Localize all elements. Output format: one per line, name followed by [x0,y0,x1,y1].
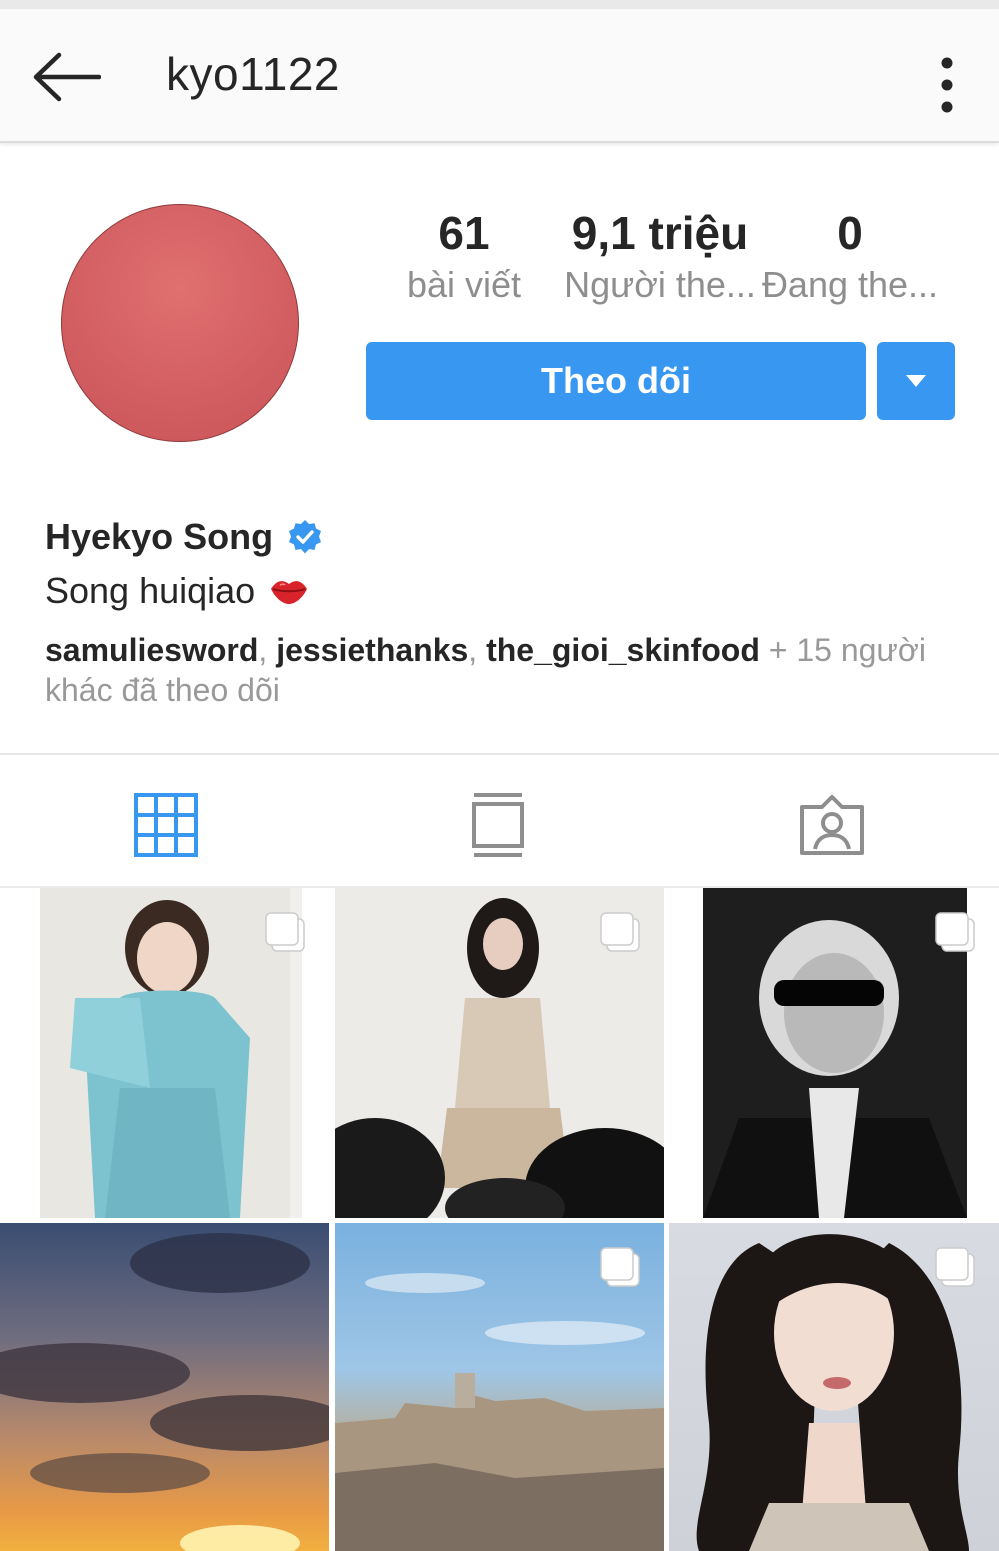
tab-grid[interactable] [121,780,211,870]
posts-label: bài viết [406,264,522,305]
post-thumbnail[interactable] [335,888,664,1218]
status-strip [0,0,999,9]
arrow-left-icon [33,52,101,102]
follower-username[interactable]: the_gioi_skinfood [486,632,760,668]
followers-count: 9,1 triệu [571,207,749,259]
multiple-photos-icon [935,912,975,952]
kiss-lips-icon [271,581,308,604]
multiple-photos-icon [600,912,640,952]
followed-by-text[interactable]: samuliesword, jessiethanks, the_gioi_ski… [45,630,945,710]
post-thumbnail[interactable] [335,1223,664,1551]
post-thumbnail[interactable] [0,1223,329,1551]
separator: , [258,632,277,668]
profile-name: Hyekyo Song [45,516,274,557]
multiple-photos-icon [600,1247,640,1287]
following-label: Đang the... [761,264,939,305]
bio-row: Song huiqiao [45,570,309,612]
tab-tagged[interactable] [787,780,877,870]
grid-icon [134,793,198,857]
suggested-dropdown-button[interactable] [877,342,955,420]
stat-followers[interactable]: 9,1 triệu Người the... [560,205,760,309]
following-count: 0 [837,207,863,259]
profile-bio: Song huiqiao [45,570,256,611]
followed-by-suffix-2: khác đã theo dõi [45,672,280,708]
post-thumbnail[interactable] [0,888,329,1218]
post-thumbnail[interactable] [669,888,999,1218]
app-bar: kyo1122 [0,9,999,143]
verified-badge-icon [289,520,322,554]
separator: , [468,632,487,668]
multiple-photos-icon [265,912,305,952]
more-options-button[interactable] [925,45,969,121]
follower-username[interactable]: jessiethanks [276,632,468,668]
stat-posts[interactable]: 61 bài viết [395,205,533,309]
posts-count: 61 [438,207,490,259]
follower-username[interactable]: samuliesword [45,632,258,668]
followers-label: Người the... [564,264,756,305]
tabs-divider [0,753,999,755]
page-title: kyo1122 [166,48,341,100]
profile-name-row: Hyekyo Song [45,516,323,558]
post-image [0,1233,329,1551]
tab-feed[interactable] [453,780,543,870]
feed-icon [472,793,524,857]
multiple-photos-icon [935,1247,975,1287]
tagged-person-icon [800,795,864,855]
follow-button[interactable]: Theo dõi [366,342,866,420]
back-button[interactable] [28,49,104,105]
post-thumbnail[interactable] [669,1223,999,1551]
stat-following[interactable]: 0 Đang the... [758,205,942,309]
followed-by-suffix: + 15 người [759,632,926,668]
caret-down-icon [906,375,926,387]
avatar[interactable] [61,204,299,442]
more-vertical-icon [941,57,953,113]
